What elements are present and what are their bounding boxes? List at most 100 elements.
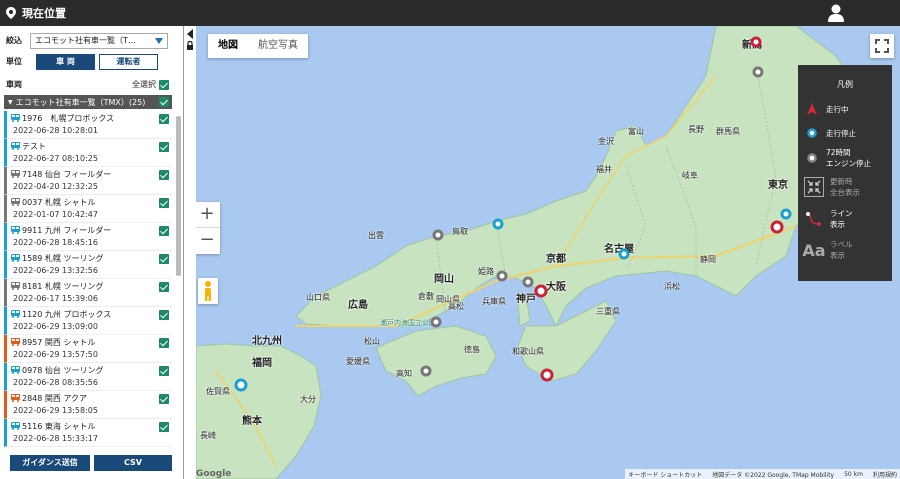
city-label: 富山 xyxy=(628,127,644,136)
vehicle-marker[interactable] xyxy=(496,270,508,284)
vehicle-name: 5116 東海 シャトル xyxy=(22,422,96,431)
vehicle-list-item[interactable]: 0978 仙台 ツーリング 2022-06-28 08:35:56 xyxy=(4,363,172,391)
street-view-button[interactable] xyxy=(198,278,218,304)
zoom-out-button[interactable]: − xyxy=(196,228,220,254)
map-footer: Google キーボード ショートカット 地図データ ©2022 Google,… xyxy=(196,469,900,479)
vehicle-checkbox[interactable] xyxy=(159,282,169,292)
page-title: 現在位置 xyxy=(22,7,66,20)
vehicle-name: 9911 九州 フィールダー xyxy=(22,226,112,235)
location-pin-icon xyxy=(6,7,16,19)
vehicle-marker-running[interactable] xyxy=(540,368,554,382)
city-label: 岡山 xyxy=(434,274,454,285)
vehicle-list-item[interactable]: テスト 2022-06-27 08:10:25 xyxy=(4,139,172,167)
vehicle-marker[interactable] xyxy=(750,36,762,50)
vehicle-timestamp: 2022-06-28 08:35:56 xyxy=(13,378,98,387)
city-label: 佐賀県 xyxy=(206,387,230,396)
map-type-control: 地図 航空写真 xyxy=(208,34,308,58)
vehicle-marker[interactable] xyxy=(430,316,442,330)
vehicle-checkbox[interactable] xyxy=(159,394,169,404)
city-label: 広島 xyxy=(348,300,368,311)
group-select[interactable]: エコモット社有車一覧（T… xyxy=(30,33,168,49)
vehicle-marker[interactable] xyxy=(752,66,764,80)
vehicle-list-item[interactable]: 9911 九州 フィールダー 2022-06-28 18:45:16 xyxy=(4,223,172,251)
unit-vehicle-button[interactable]: 車 両 xyxy=(36,54,95,70)
map-area[interactable]: 新潟金沢富山福井岐阜長野名古屋静岡浜松京都大阪神戸姫路岡山広島倉敷高松松山徳島高… xyxy=(196,26,900,479)
vehicle-list-item[interactable]: 1589 札幌 ツーリング 2022-06-29 13:32:56 xyxy=(4,251,172,279)
map-data-attribution: 地図データ ©2022 Google, TMap Mobility xyxy=(712,471,835,479)
vehicle-marker[interactable] xyxy=(522,276,534,290)
city-label: 愛媛県 xyxy=(346,357,370,366)
csv-button[interactable]: CSV xyxy=(94,455,172,471)
vehicle-checkbox[interactable] xyxy=(159,198,169,208)
vehicle-name: 0037 札幌 シャトル xyxy=(22,198,96,207)
map-type-roadmap[interactable]: 地図 xyxy=(208,34,248,58)
legend-change-all-button[interactable]: 更新時 全台表示 xyxy=(804,176,860,198)
bus-icon xyxy=(11,394,20,402)
collapse-arrow-icon xyxy=(187,29,193,50)
vehicle-list-item[interactable]: 2848 関西 アクア 2022-06-29 13:58:05 xyxy=(4,391,172,419)
city-label: 福岡 xyxy=(252,358,272,369)
vehicle-list-item[interactable]: 1976 札幌プロボックス 2022-06-28 10:28:01 xyxy=(4,111,172,139)
vehicle-marker[interactable] xyxy=(432,229,444,243)
guidance-send-button[interactable]: ガイダンス送信 xyxy=(10,455,90,471)
group-header[interactable]: ▼ エコモット社有車一覧（TMX）(25) xyxy=(4,95,172,109)
vehicle-list-item[interactable]: 7148 仙台 フィールダー 2022-04-20 12:32:25 xyxy=(4,167,172,195)
group-checkbox[interactable] xyxy=(159,97,169,107)
vehicle-marker[interactable] xyxy=(420,365,432,379)
bus-icon xyxy=(11,170,20,178)
vehicle-name: 1589 札幌 ツーリング xyxy=(22,254,104,263)
vehicle-checkbox[interactable] xyxy=(159,226,169,236)
collapse-triangle-icon: ▼ xyxy=(8,98,13,106)
vehicle-list-item[interactable]: 1120 九州 プロボックス 2022-06-29 13:09:00 xyxy=(4,307,172,335)
google-logo: Google xyxy=(196,469,232,479)
vehicle-list-item[interactable]: 0037 札幌 シャトル 2022-01-07 10:42:47 xyxy=(4,195,172,223)
city-label: 兵庫県 xyxy=(482,297,506,306)
vehicle-checkbox[interactable] xyxy=(159,170,169,180)
list-scrollbar[interactable] xyxy=(176,116,181,276)
vehicle-checkbox[interactable] xyxy=(159,338,169,348)
legend-line-toggle[interactable]: ライン 表示 xyxy=(804,208,853,230)
vehicle-label: 車両 xyxy=(6,80,22,89)
user-icon[interactable] xyxy=(828,4,844,22)
city-label: 山口県 xyxy=(306,293,330,302)
map-type-satellite[interactable]: 航空写真 xyxy=(248,34,308,58)
vehicle-checkbox[interactable] xyxy=(159,142,169,152)
vehicle-list-item[interactable]: 8181 札幌 ツーリング 2022-06-17 15:39:06 xyxy=(4,279,172,307)
unit-driver-button[interactable]: 運転者 xyxy=(99,54,158,70)
bus-icon xyxy=(11,422,20,430)
city-label: 大阪 xyxy=(546,282,566,293)
vehicle-checkbox[interactable] xyxy=(159,310,169,320)
vehicle-checkbox[interactable] xyxy=(159,422,169,432)
city-label: 岡山県 xyxy=(436,295,460,304)
vehicle-timestamp: 2022-06-29 13:32:56 xyxy=(13,266,98,275)
chevron-down-icon xyxy=(155,38,163,44)
vehicle-timestamp: 2022-06-28 10:28:01 xyxy=(13,126,98,135)
vehicle-checkbox[interactable] xyxy=(159,114,169,124)
terms-link[interactable]: 利用規約 xyxy=(873,470,897,479)
bus-icon xyxy=(11,226,20,234)
bus-icon xyxy=(11,254,20,262)
city-label: 瀬戸内海国立公園 xyxy=(380,319,436,327)
legend-label-toggle[interactable]: Aa ラベル 表示 xyxy=(802,239,852,261)
vehicle-list-item[interactable]: 5116 東海 シャトル 2022-06-28 15:33:17 xyxy=(4,419,172,447)
vehicle-marker-running[interactable] xyxy=(534,284,548,298)
keyboard-shortcuts-link[interactable]: キーボード ショートカット xyxy=(628,470,702,479)
vehicle-marker[interactable] xyxy=(234,378,248,392)
vehicle-name: 8181 札幌 ツーリング xyxy=(22,282,104,291)
sidebar-collapse-tab[interactable] xyxy=(184,26,196,56)
vehicle-checkbox[interactable] xyxy=(159,366,169,376)
vehicle-timestamp: 2022-06-29 13:09:00 xyxy=(13,322,98,331)
vehicle-marker-running[interactable] xyxy=(770,220,784,234)
zoom-in-button[interactable]: + xyxy=(196,202,220,228)
vehicle-marker[interactable] xyxy=(618,248,630,262)
select-all-checkbox[interactable] xyxy=(159,79,169,90)
city-label: 浜松 xyxy=(664,282,680,291)
vehicle-list-item[interactable]: 8957 関西 シャトル 2022-06-29 13:57:50 xyxy=(4,335,172,363)
scale-bar[interactable]: 50 km xyxy=(844,471,863,478)
bus-icon xyxy=(11,198,20,206)
vehicle-marker[interactable] xyxy=(492,218,504,232)
city-label: 徳島 xyxy=(464,345,480,354)
vehicle-checkbox[interactable] xyxy=(159,254,169,264)
fullscreen-button[interactable] xyxy=(870,34,894,58)
city-label: 静岡 xyxy=(700,255,716,264)
